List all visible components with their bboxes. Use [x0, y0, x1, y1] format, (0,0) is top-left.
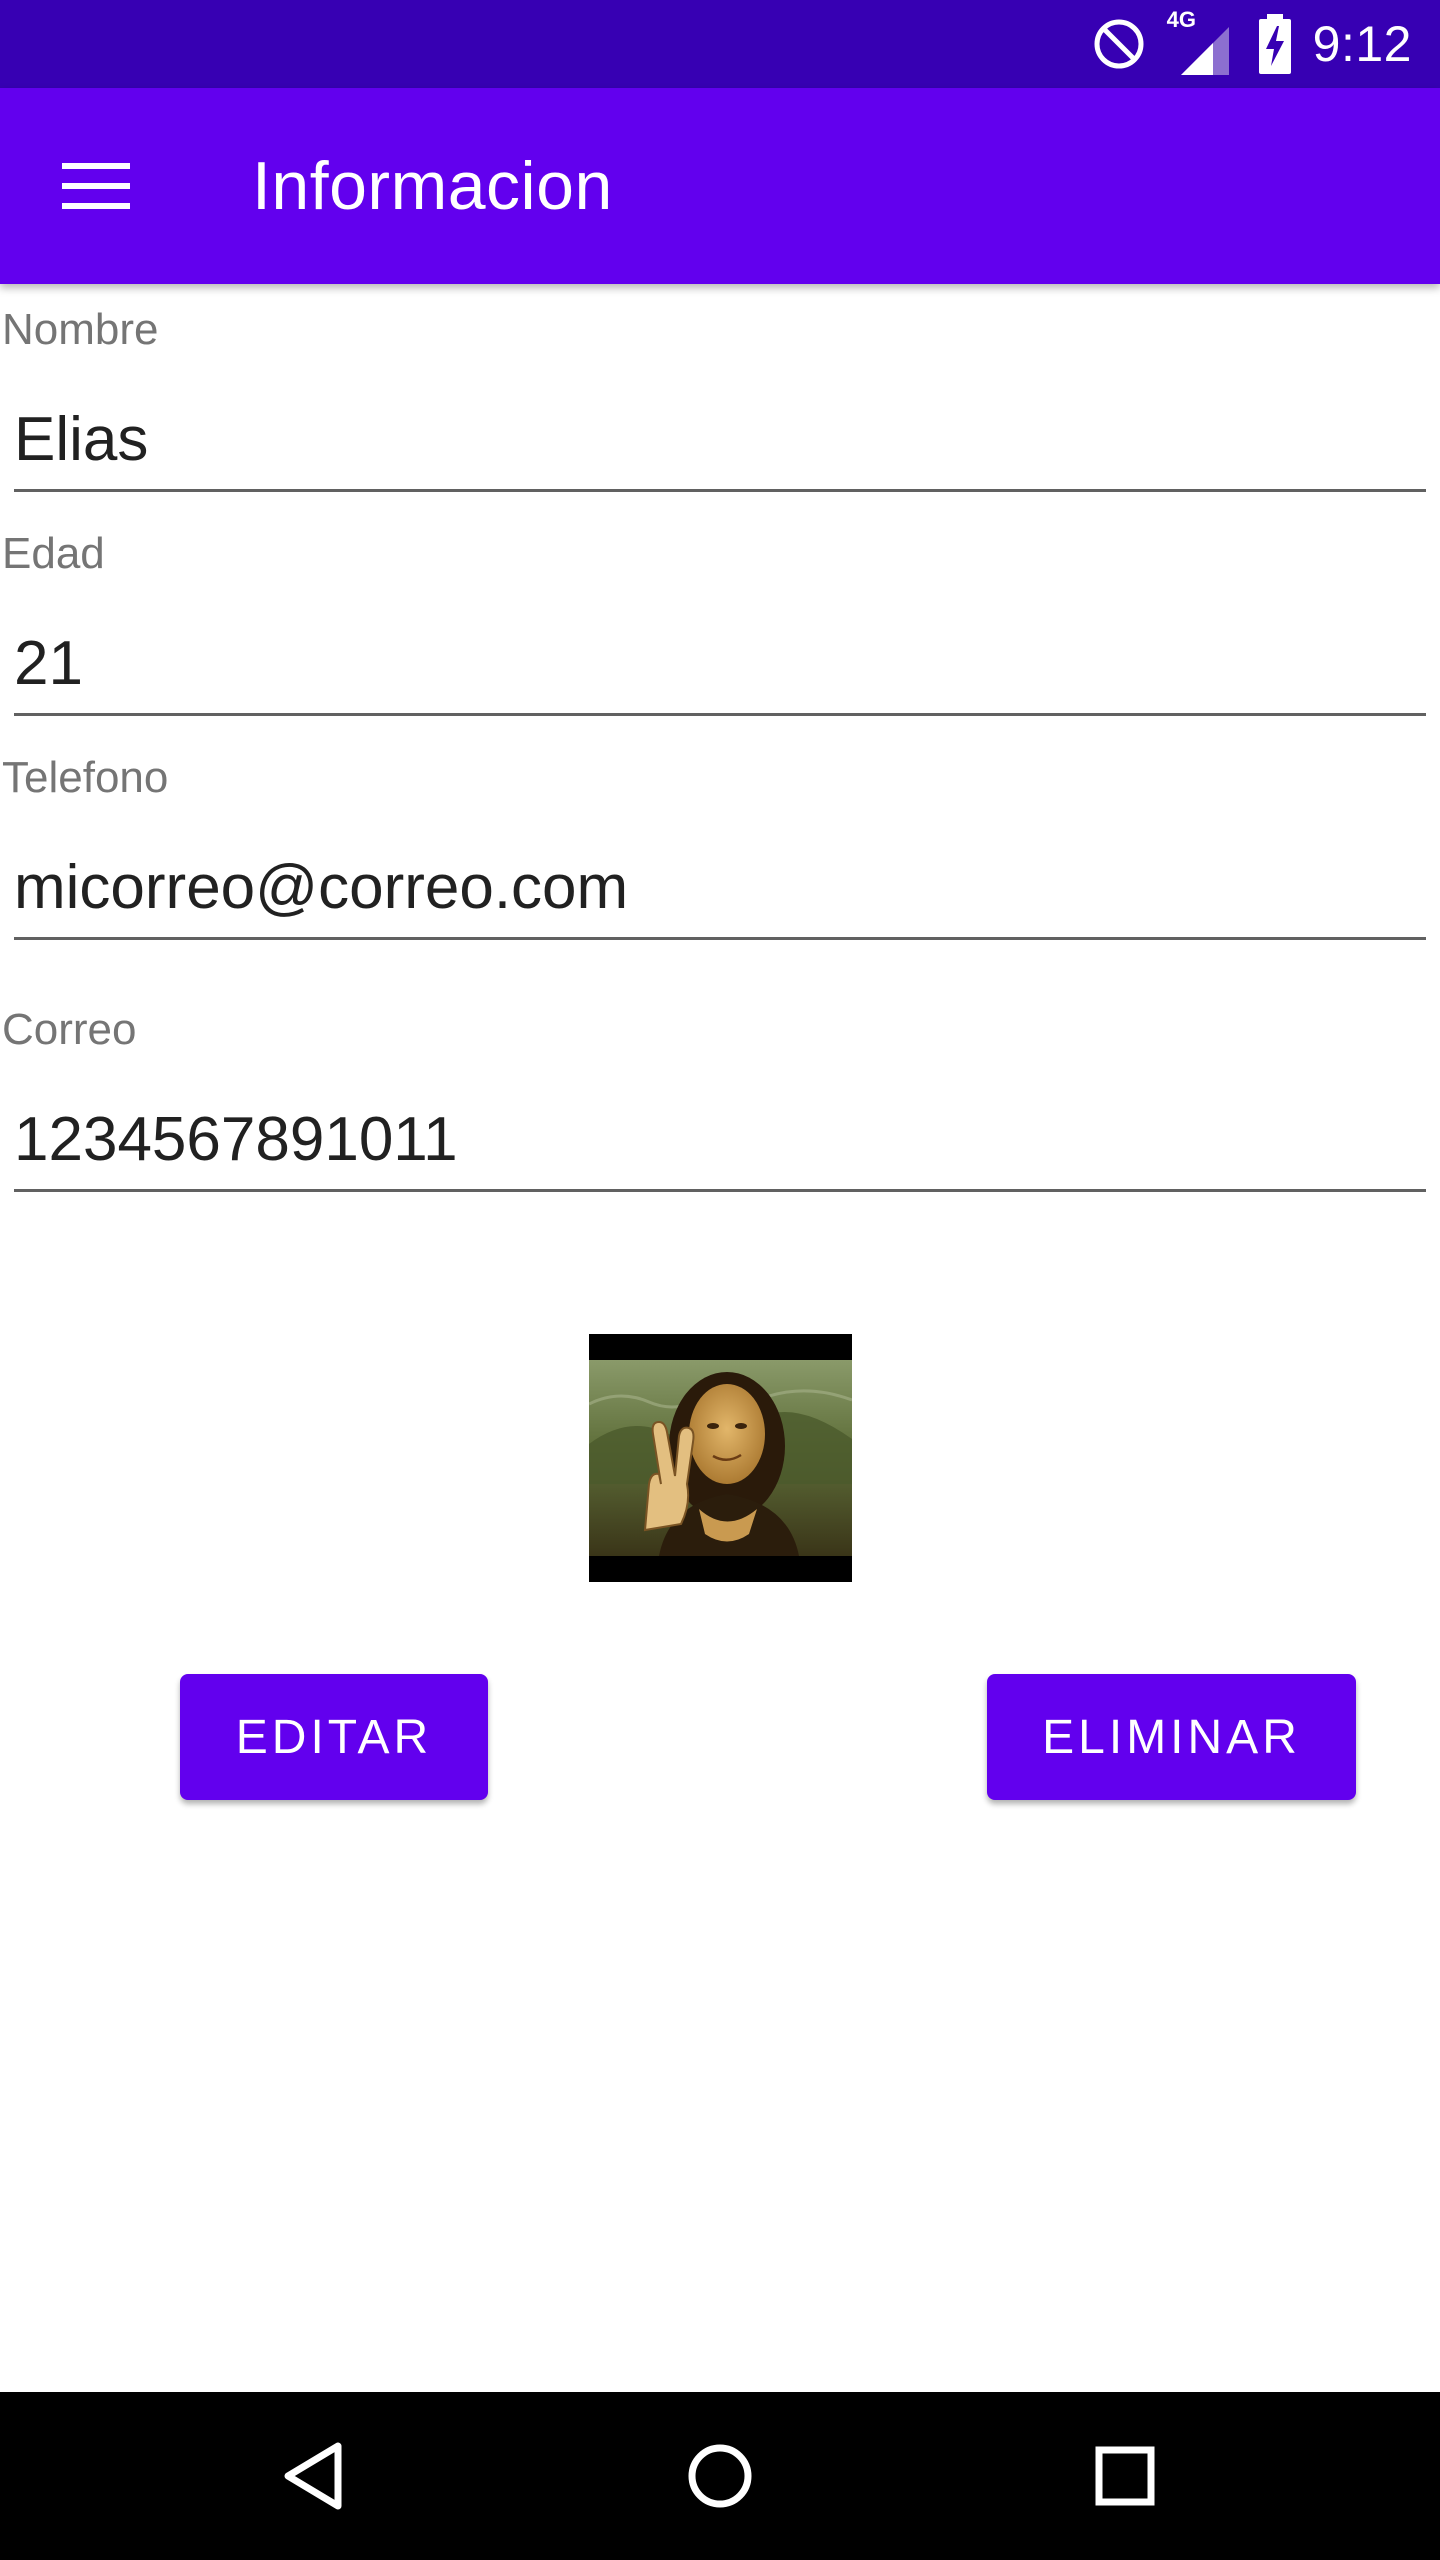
- nav-home-button[interactable]: [660, 2416, 780, 2536]
- system-nav-bar: [0, 2392, 1440, 2560]
- profile-photo: [589, 1334, 852, 1582]
- edad-underline: [14, 713, 1426, 716]
- nombre-label: Nombre: [2, 305, 159, 354]
- page-title: Informacion: [252, 148, 613, 224]
- recents-icon: [1095, 2446, 1155, 2506]
- telefono-label: Telefono: [2, 753, 169, 802]
- portrait-image: [589, 1334, 852, 1582]
- delete-button[interactable]: ELIMINAR: [987, 1674, 1356, 1800]
- edad-field[interactable]: 21: [14, 626, 1424, 702]
- nav-recents-button[interactable]: [1065, 2416, 1185, 2536]
- do-not-disturb-icon: [1094, 19, 1144, 69]
- nombre-field[interactable]: Elias: [14, 402, 1424, 478]
- correo-underline: [14, 1189, 1426, 1192]
- status-bar: 4G 9:12: [0, 0, 1440, 88]
- nav-back-button[interactable]: [254, 2416, 374, 2536]
- telefono-underline: [14, 937, 1426, 940]
- nombre-underline: [14, 489, 1426, 492]
- app-bar: Informacion: [0, 88, 1440, 284]
- correo-field[interactable]: 1234567891011: [14, 1102, 1424, 1178]
- status-icons: 4G 9:12: [1091, 0, 1440, 88]
- menu-button[interactable]: [48, 138, 144, 234]
- edit-button[interactable]: EDITAR: [180, 1674, 488, 1800]
- edad-label: Edad: [2, 529, 105, 578]
- cellular-signal-icon: 4G: [1167, 7, 1233, 79]
- back-icon: [284, 2442, 342, 2510]
- battery-charging-icon: [1258, 14, 1291, 74]
- home-icon: [688, 2444, 752, 2508]
- telefono-field[interactable]: micorreo@correo.com: [14, 850, 1424, 926]
- status-time: 9:12: [1312, 16, 1412, 72]
- hamburger-menu-icon: [62, 163, 130, 209]
- correo-label: Correo: [2, 1005, 137, 1054]
